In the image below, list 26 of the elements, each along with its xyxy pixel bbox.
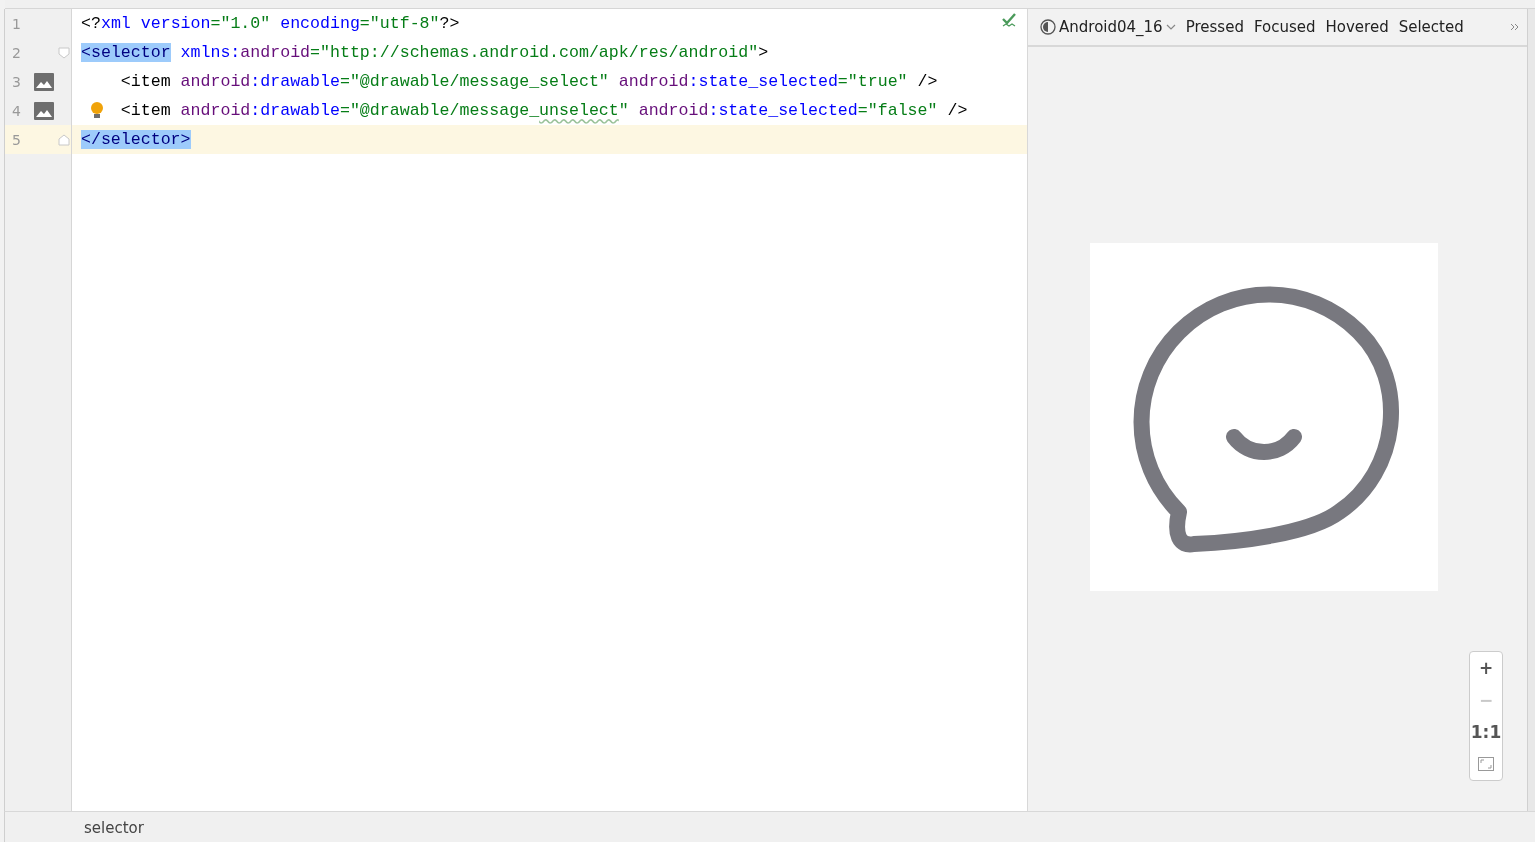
code-line: <item android:drawable="@drawable/message_unselect" android:state_selected="false" /> [72,96,968,125]
fit-screen-icon [1478,757,1494,771]
device-dropdown[interactable]: Android04_16 [1040,18,1176,36]
line-number: 5 [11,131,22,148]
line-number: 4 [11,102,22,119]
state-toggle[interactable]: Hovered [1325,18,1389,36]
code-line: <selector xmlns:android="http://schemas.android.com/apk/res/android"> [80,42,769,64]
code-line: <?xml version="1.0" encoding="utf-8"?> [80,13,460,35]
state-toggle[interactable]: Selected [1398,18,1464,36]
code-line: <item android:drawable="@drawable/message_select" android:state_selected="true" /> [119,71,938,93]
check-icon [1001,12,1017,28]
caret-icon [1165,23,1176,31]
theme-icon [1040,19,1056,35]
line-number: 2 [11,44,22,61]
zoom-button[interactable]: + [1474,656,1498,680]
more-icon [1510,23,1519,31]
lightbulb-icon [90,102,104,118]
image-icon [34,72,54,91]
state-toggle[interactable]: Focused [1253,18,1316,36]
fold-marker-icon [58,46,70,59]
fold-marker-icon [58,133,70,146]
image-icon [34,101,54,120]
state-toggle[interactable]: Pressed [1185,18,1244,36]
line-number: 3 [11,73,22,90]
line-number: 1 [11,15,22,32]
status-text: selector [84,818,144,837]
